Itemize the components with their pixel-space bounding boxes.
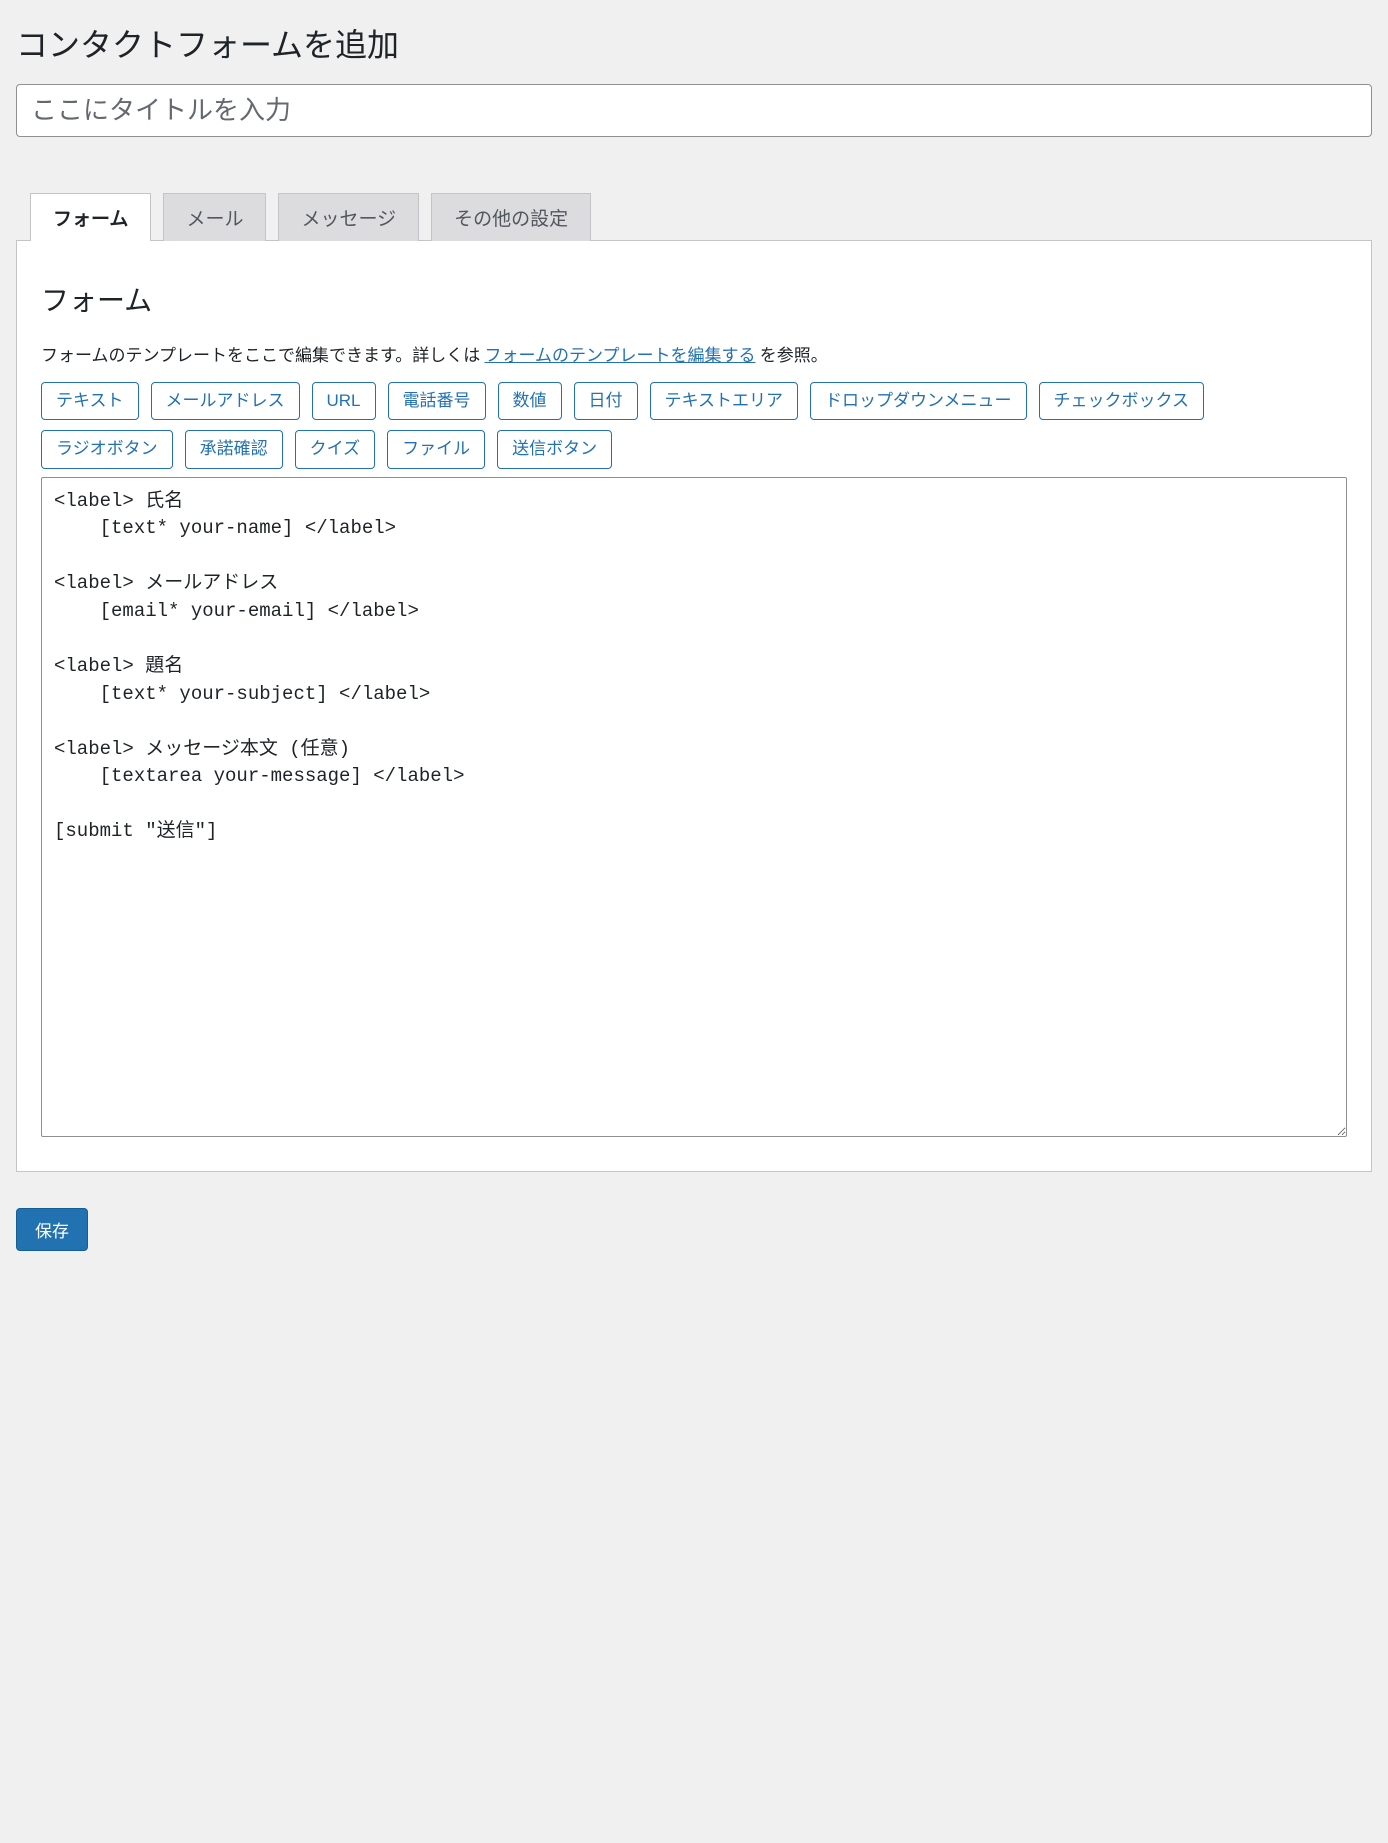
tab-mail[interactable]: メール [163,193,266,241]
helper-link[interactable]: フォームのテンプレートを編集する [485,346,756,366]
tag-button-row: テキスト メールアドレス URL 電話番号 数値 日付 テキストエリア ドロップ… [41,382,1347,469]
form-template-textarea[interactable] [41,477,1347,1137]
form-panel: フォーム フォームのテンプレートをここで編集できます。詳しくは フォームのテンプ… [16,240,1372,1172]
tag-file-button[interactable]: ファイル [387,430,485,468]
tag-email-button[interactable]: メールアドレス [151,382,300,420]
tag-quiz-button[interactable]: クイズ [295,430,376,468]
save-button[interactable]: 保存 [16,1208,88,1251]
tag-acceptance-button[interactable]: 承諾確認 [185,430,283,468]
tag-submit-button[interactable]: 送信ボタン [497,430,612,468]
tabs: フォーム メール メッセージ その他の設定 [30,192,1372,240]
tab-messages[interactable]: メッセージ [278,193,419,241]
form-title-input[interactable] [16,84,1372,137]
page-heading: コンタクトフォームを追加 [16,20,1372,66]
tag-number-button[interactable]: 数値 [498,382,562,420]
title-input-wrap [16,84,1372,137]
helper-prefix: フォームのテンプレートをここで編集できます。詳しくは [41,346,480,366]
tag-textarea-button[interactable]: テキストエリア [650,382,799,420]
tag-radio-button[interactable]: ラジオボタン [41,430,173,468]
helper-text: フォームのテンプレートをここで編集できます。詳しくは フォームのテンプレートを編… [41,341,1347,366]
tag-dropdown-button[interactable]: ドロップダウンメニュー [810,382,1027,420]
helper-suffix: を参照。 [760,346,828,366]
panel-heading: フォーム [41,279,1347,319]
tag-text-button[interactable]: テキスト [41,382,139,420]
tag-checkbox-button[interactable]: チェックボックス [1039,382,1205,420]
tag-url-button[interactable]: URL [312,382,376,420]
tab-other-settings[interactable]: その他の設定 [431,193,591,241]
tag-date-button[interactable]: 日付 [574,382,638,420]
tag-tel-button[interactable]: 電話番号 [388,382,486,420]
tab-form[interactable]: フォーム [30,193,151,241]
